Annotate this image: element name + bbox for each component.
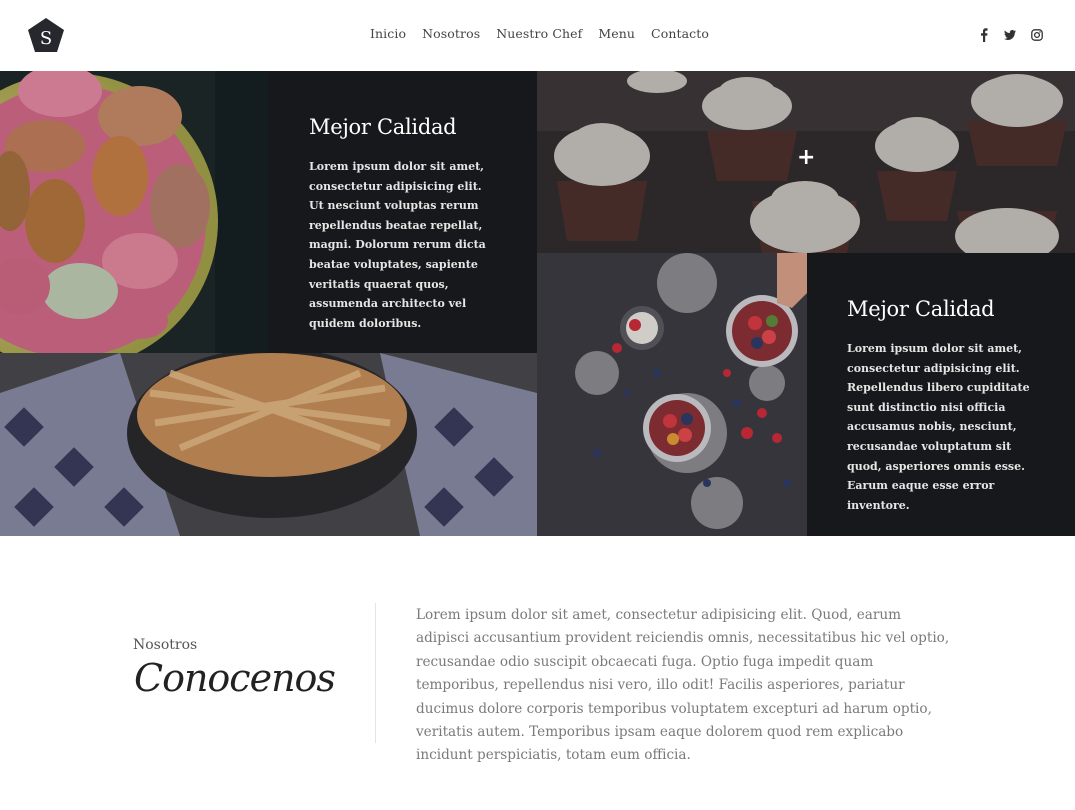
about-kicker: Nosotros <box>133 637 198 653</box>
about-divider <box>375 603 376 743</box>
cupcakes-image[interactable]: + <box>537 71 1075 253</box>
pie-image <box>0 353 537 536</box>
instagram-icon[interactable] <box>1031 28 1043 42</box>
feature-title-1: Mejor Calidad <box>309 115 457 139</box>
feature-grid: Mejor Calidad Lorem ipsum dolor sit amet… <box>0 71 1075 536</box>
berries-image <box>537 253 807 536</box>
nav-nuestro-chef[interactable]: Nuestro Chef <box>496 26 582 41</box>
nav-inicio[interactable]: Inicio <box>370 26 406 41</box>
main-nav: Inicio Nosotros Nuestro Chef Menu Contac… <box>0 26 1075 41</box>
macarons-image <box>0 71 268 353</box>
feature-text-2: Lorem ipsum dolor sit amet, consectetur … <box>847 342 1030 512</box>
site-header: S Inicio Nosotros Nuestro Chef Menu Cont… <box>0 0 1075 71</box>
social-links <box>979 28 1043 42</box>
about-section: Nosotros Conocenos Lorem ipsum dolor sit… <box>0 536 1075 810</box>
facebook-icon[interactable] <box>979 28 989 42</box>
nav-menu[interactable]: Menu <box>598 26 635 41</box>
feature-panel-2: Mejor Calidad Lorem ipsum dolor sit amet… <box>807 253 1075 536</box>
nav-contacto[interactable]: Contacto <box>651 26 709 41</box>
feature-title-2: Mejor Calidad <box>847 297 995 321</box>
feature-panel-1: Mejor Calidad Lorem ipsum dolor sit amet… <box>268 71 537 353</box>
plus-icon[interactable]: + <box>797 147 815 169</box>
about-title: Conocenos <box>134 656 336 700</box>
twitter-icon[interactable] <box>1004 28 1016 42</box>
feature-text-1: Lorem ipsum dolor sit amet, consectetur … <box>309 160 486 330</box>
about-text: Lorem ipsum dolor sit amet, consectetur … <box>416 607 950 764</box>
nav-nosotros[interactable]: Nosotros <box>422 26 480 41</box>
